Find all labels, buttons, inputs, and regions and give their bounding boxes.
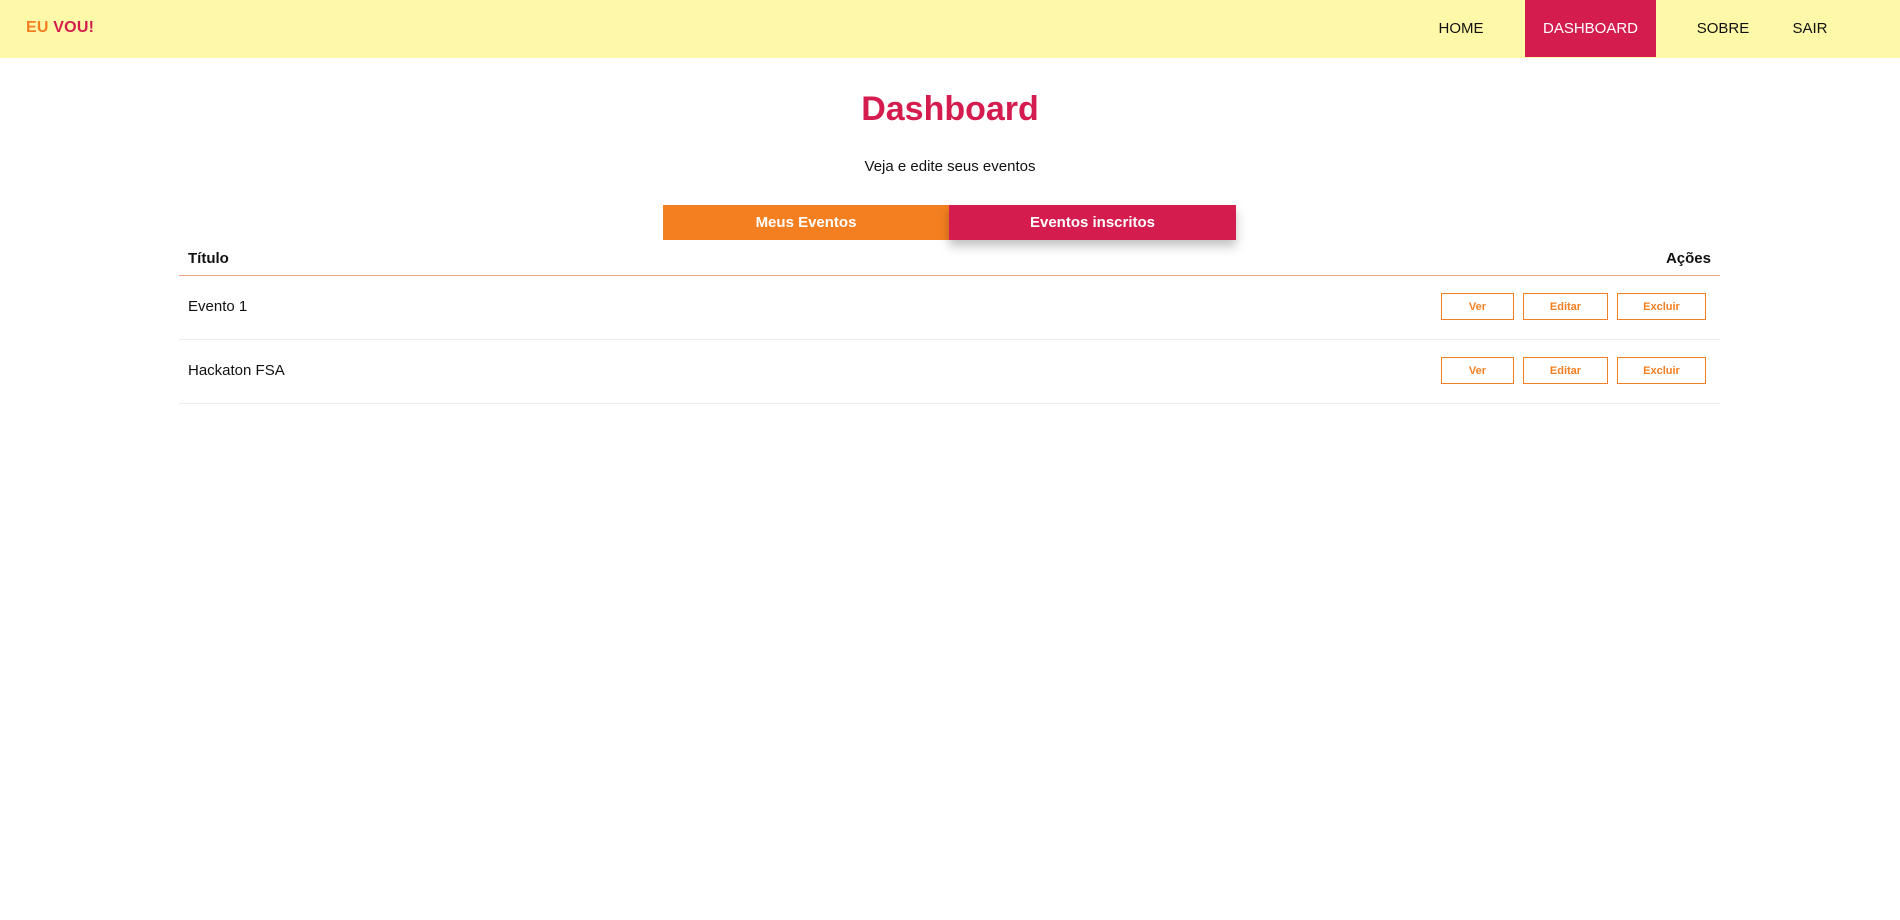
events-table: Título Ações Evento 1 Ver Editar Excluir… [179,246,1720,404]
logo-vou: VOU! [53,19,95,36]
logo-eu: EU [26,19,49,36]
nav-sair-link[interactable]: SAIR [1778,0,1842,57]
view-button[interactable]: Ver [1441,357,1514,384]
table-header: Título Ações [179,246,1720,276]
nav-dashboard-link[interactable]: DASHBOARD [1525,0,1656,57]
logo[interactable]: EU VOU! [26,19,94,37]
edit-button[interactable]: Editar [1523,293,1608,320]
nav-home-link[interactable]: HOME [1418,0,1504,57]
event-title: Hackaton FSA [188,362,285,379]
delete-button[interactable]: Excluir [1617,357,1706,384]
page-subtitle: Veja e edite seus eventos [864,158,1036,175]
event-tabs: Meus Eventos Eventos inscritos [663,205,1236,240]
column-header-title: Título [188,250,229,267]
view-button[interactable]: Ver [1441,293,1514,320]
tab-eventos-inscritos[interactable]: Eventos inscritos [949,205,1236,240]
top-navbar: EU VOU! HOME DASHBOARD SOBRE SAIR [0,0,1900,58]
table-row: Evento 1 Ver Editar Excluir [179,276,1720,340]
column-header-actions: Ações [1665,250,1711,267]
event-title: Evento 1 [188,298,248,315]
table-row: Hackaton FSA Ver Editar Excluir [179,340,1720,404]
edit-button[interactable]: Editar [1523,357,1608,384]
delete-button[interactable]: Excluir [1617,293,1706,320]
row-actions: Ver Editar Excluir [1441,357,1706,384]
nav-sobre-link[interactable]: SOBRE [1680,0,1766,57]
row-actions: Ver Editar Excluir [1441,293,1706,320]
tab-meus-eventos[interactable]: Meus Eventos [663,205,949,240]
page-title: Dashboard [861,90,1039,128]
